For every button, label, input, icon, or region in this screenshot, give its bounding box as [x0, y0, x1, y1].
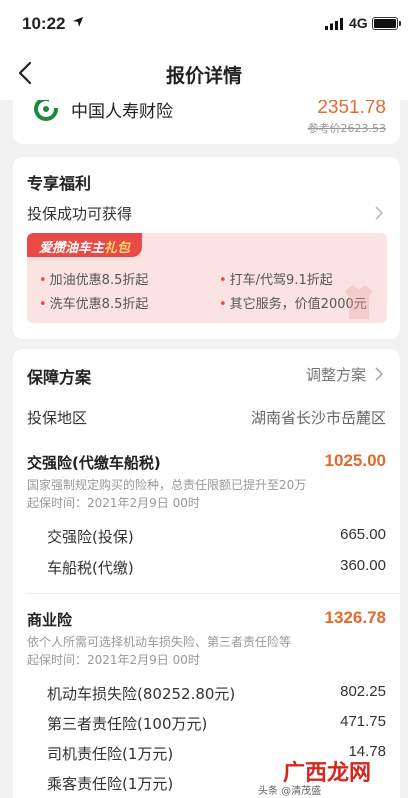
region-value: 湖南省长沙市岳麓区 — [250, 410, 386, 427]
insurer-price: 2351.78 — [317, 100, 386, 118]
gift-tag: 爱攒油车主礼包 — [27, 233, 142, 257]
plan-card: 保障方案 调整方案 投保地区 湖南省长沙市岳麓区 交强险(代缴车船税) 1025… — [13, 349, 400, 798]
vehicle-damage-label: 机动车损失险(80252.80元) — [47, 685, 236, 703]
benefits-subtitle: 投保成功可获得 — [27, 205, 133, 223]
nav-bar: 报价详情 — [0, 46, 408, 100]
third-party-value: 471.75 — [340, 713, 386, 730]
watermark-sub: 头条 @清茂盛 — [258, 786, 322, 797]
insurer-card[interactable]: 中国人寿财险 2351.78 参考价2623.53 — [13, 100, 400, 144]
commercial-title: 商业险 — [27, 611, 73, 629]
commercial-start: 起保时间：2021年2月9日 00时 — [27, 653, 200, 667]
status-time: 10:22 — [22, 14, 66, 33]
gift-tag-main: 爱攒油车主 — [39, 241, 105, 256]
gift-tag-highlight: 礼包 — [104, 241, 131, 256]
passenger-liability-label: 乘客责任险(1万元) — [47, 775, 174, 793]
compulsory-item-label: 交强险(投保) — [47, 528, 134, 546]
third-party-label: 第三者责任险(100万元) — [47, 715, 208, 733]
divider — [27, 593, 400, 594]
chevron-right-icon — [375, 206, 384, 220]
watermark: 广西龙网 头条 @清茂盛 — [258, 752, 408, 798]
vehicle-damage-value: 802.25 — [340, 683, 386, 700]
battery-icon — [372, 17, 401, 30]
commercial-amount: 1326.78 — [324, 608, 386, 627]
gift-package-banner[interactable]: 爱攒油车主礼包 加油优惠8.5折起 打车/代驾9.1折起 洗车优惠8.5折起 其… — [27, 233, 387, 323]
location-arrow-icon — [73, 17, 83, 27]
gift-item-taxi: 打车/代驾9.1折起 — [219, 269, 333, 288]
compulsory-title: 交强险(代缴车船税) — [27, 454, 161, 472]
chevron-right-icon — [375, 367, 384, 381]
benefits-card: 专享福利 投保成功可获得 爱攒油车主礼包 加油优惠8.5折起 打车/代驾9.1折… — [13, 157, 400, 339]
vessel-tax-value: 360.00 — [340, 557, 386, 574]
vessel-tax-label: 车船税(代缴) — [47, 559, 134, 577]
reference-price: 参考价2623.53 — [307, 122, 387, 135]
benefits-title: 专享福利 — [27, 174, 92, 193]
gift-item-fuel: 加油优惠8.5折起 — [39, 269, 149, 288]
status-bar: 10:22 4G — [0, 0, 408, 46]
insurer-logo-icon — [34, 100, 58, 121]
compulsory-desc: 国家强制规定购买的险种，总责任限额已提升至20万 — [27, 478, 307, 492]
region-label: 投保地区 — [27, 409, 88, 427]
adjust-plan-label: 调整方案 — [305, 366, 366, 384]
gift-item-carwash: 洗车优惠8.5折起 — [39, 293, 149, 312]
network-type: 4G — [349, 15, 368, 31]
compulsory-item-value: 665.00 — [340, 526, 386, 543]
insurer-name: 中国人寿财险 — [71, 102, 173, 122]
compulsory-amount: 1025.00 — [324, 451, 386, 470]
cellular-signal-icon — [325, 18, 343, 30]
compulsory-start: 起保时间：2021年2月9日 00时 — [27, 496, 200, 510]
plan-title: 保障方案 — [27, 368, 92, 387]
gift-decoration-icon — [345, 285, 373, 319]
commercial-desc: 依个人所需可选择机动车损失险、第三者责任险等 — [27, 635, 292, 649]
page-title: 报价详情 — [165, 65, 242, 87]
driver-liability-label: 司机责任险(1万元) — [47, 745, 174, 763]
